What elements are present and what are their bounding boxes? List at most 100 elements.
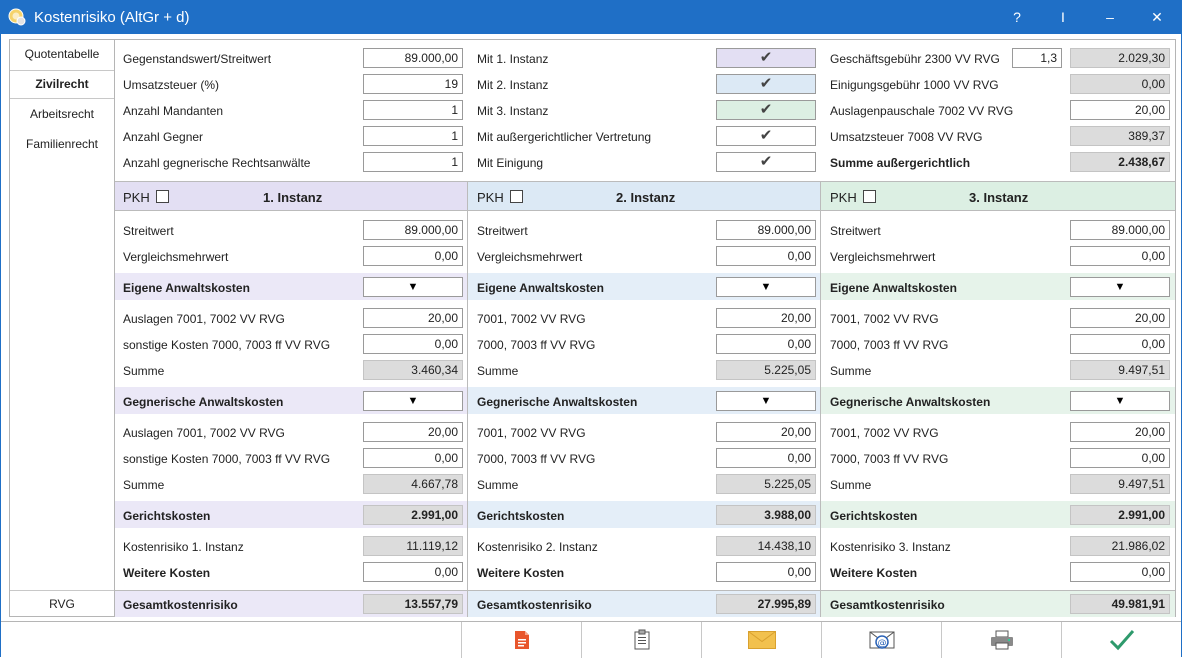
- gegenstandswert-input[interactable]: 89.000,00: [363, 48, 463, 68]
- instanz1-own-sonst-label: sonstige Kosten 7000, 7003 ff VV RVG: [123, 338, 331, 352]
- umsatzsteuer-7008-value: 389,37: [1070, 126, 1170, 146]
- instanz1-own-label: Eigene Anwaltskosten: [123, 281, 250, 295]
- instanz2-opp-dropdown[interactable]: ▼: [716, 391, 816, 411]
- help-button[interactable]: ?: [994, 1, 1040, 34]
- instanz1-own-sum-label: Summe: [123, 364, 165, 378]
- instanz3-title: 3. Instanz: [969, 190, 1029, 205]
- instanz3-header: PKH 3. Instanz: [821, 182, 1175, 211]
- anzahl-anwaelte-label: Anzahl gegnerische Rechtsanwälte: [123, 156, 311, 170]
- footer-toolbar: @: [1, 621, 1181, 658]
- confirm-check-icon: [1109, 630, 1135, 651]
- sidebar-item-arbeitsrecht[interactable]: Arbeitsrecht: [10, 102, 114, 126]
- geschaeftsgebuehr-factor-input[interactable]: 1,3: [1012, 48, 1062, 68]
- instanz3-pkh-label: PKH: [830, 190, 857, 205]
- anzahl-anwaelte-input[interactable]: 1: [363, 152, 463, 172]
- instanz3-total-label: Gesamtkostenrisiko: [830, 598, 945, 612]
- ok-button[interactable]: [1061, 622, 1181, 658]
- sidebar-item-zivilrecht[interactable]: Zivilrecht: [10, 70, 114, 99]
- instanz2-vergleich-input[interactable]: 0,00: [716, 246, 816, 266]
- instanz2-total-value: 27.995,89: [716, 594, 816, 614]
- umsatzsteuer-input[interactable]: 19: [363, 74, 463, 94]
- close-button[interactable]: ✕: [1134, 1, 1180, 34]
- anzahl-gegner-input[interactable]: 1: [363, 126, 463, 146]
- instanz3-own-sum-label: Summe: [830, 364, 872, 378]
- instanz1-own-sonst-input[interactable]: 0,00: [363, 334, 463, 354]
- instanz1-opp-auslagen-label: Auslagen 7001, 7002 VV RVG: [123, 426, 285, 440]
- email-at-icon: @: [869, 631, 895, 649]
- email-button[interactable]: @: [821, 622, 941, 658]
- auslagenpauschale-label: Auslagenpauschale 7002 VV RVG: [830, 104, 1014, 118]
- anzahl-mandanten-input[interactable]: 1: [363, 100, 463, 120]
- option-instanz3-checkbox[interactable]: ✔: [716, 100, 816, 120]
- instanz3-more-input[interactable]: 0,00: [1070, 562, 1170, 582]
- instanz2-opp-label: Gegnerische Anwaltskosten: [477, 395, 638, 409]
- instanz3-opp-auslagen-input[interactable]: 20,00: [1070, 422, 1170, 442]
- anzahl-gegner-label: Anzahl Gegner: [123, 130, 204, 144]
- instanz3-own-auslagen-input[interactable]: 20,00: [1070, 308, 1170, 328]
- instanz2-more-input[interactable]: 0,00: [716, 562, 816, 582]
- instanz2-total-label: Gesamtkostenrisiko: [477, 598, 592, 612]
- instanz2-pkh-checkbox[interactable]: [510, 190, 523, 203]
- instanz2-own-sonst-label: 7000, 7003 ff VV RVG: [477, 338, 596, 352]
- instanz2-opp-auslagen-input[interactable]: 20,00: [716, 422, 816, 442]
- option-instanz1-checkbox[interactable]: ✔: [716, 48, 816, 68]
- instanz1-streitwert-label: Streitwert: [123, 224, 174, 238]
- instanz3-opp-sonst-input[interactable]: 0,00: [1070, 448, 1170, 468]
- instanz2-streitwert-input[interactable]: 89.000,00: [716, 220, 816, 240]
- sidebar-item-rvg[interactable]: RVG: [10, 590, 114, 617]
- print-button[interactable]: [941, 622, 1061, 658]
- sidebar-item-quotentabelle[interactable]: Quotentabelle: [10, 40, 114, 69]
- instanz1-opp-dropdown[interactable]: ▼: [363, 391, 463, 411]
- instanz2-opp-sum-value: 5.225,05: [716, 474, 816, 494]
- instanz2-vergleich-label: Vergleichsmehrwert: [477, 250, 583, 264]
- copy-button[interactable]: [581, 622, 701, 658]
- instanz3-vergleich-input[interactable]: 0,00: [1070, 246, 1170, 266]
- option-aussergerichtlich-label: Mit außergerichtlicher Vertretung: [477, 130, 652, 144]
- instanz1-own-dropdown[interactable]: ▼: [363, 277, 463, 297]
- pin-button[interactable]: I: [1040, 1, 1086, 34]
- instanz1-own-auslagen-label: Auslagen 7001, 7002 VV RVG: [123, 312, 285, 326]
- instanz3-own-dropdown[interactable]: ▼: [1070, 277, 1170, 297]
- option-einigung-checkbox[interactable]: ✔: [716, 152, 816, 172]
- mail-button[interactable]: [701, 622, 821, 658]
- title-bar: Kostenrisiko (AltGr + d) ? I – ✕: [1, 1, 1181, 34]
- summe-aussergerichtlich-value: 2.438,67: [1070, 152, 1170, 172]
- sidebar-item-familienrecht[interactable]: Familienrecht: [10, 132, 114, 156]
- option-aussergerichtlich-checkbox[interactable]: ✔: [716, 126, 816, 146]
- instanz1-more-input[interactable]: 0,00: [363, 562, 463, 582]
- instanz1-own-auslagen-input[interactable]: 20,00: [363, 308, 463, 328]
- option-instanz2-checkbox[interactable]: ✔: [716, 74, 816, 94]
- instanz1-vergleich-input[interactable]: 0,00: [363, 246, 463, 266]
- instanz1-title: 1. Instanz: [263, 190, 323, 205]
- instanz1-pkh-checkbox[interactable]: [156, 190, 169, 203]
- pdf-button[interactable]: [461, 622, 581, 658]
- printer-icon: [991, 630, 1013, 650]
- instanz2-own-sonst-input[interactable]: 0,00: [716, 334, 816, 354]
- minimize-button[interactable]: –: [1087, 1, 1133, 34]
- option-instanz2-label: Mit 2. Instanz: [477, 78, 549, 92]
- auslagenpauschale-input[interactable]: 20,00: [1070, 100, 1170, 120]
- instanz1-opp-sum-value: 4.667,78: [363, 474, 463, 494]
- instanz3-pkh-checkbox[interactable]: [863, 190, 876, 203]
- instanz3-streitwert-input[interactable]: 89.000,00: [1070, 220, 1170, 240]
- instanz3-opp-auslagen-label: 7001, 7002 VV RVG: [830, 426, 939, 440]
- instanz3-opp-sum-value: 9.497,51: [1070, 474, 1170, 494]
- instanz2-opp-sonst-label: 7000, 7003 ff VV RVG: [477, 452, 596, 466]
- instanz3-own-sonst-input[interactable]: 0,00: [1070, 334, 1170, 354]
- instanz3-opp-sum-label: Summe: [830, 478, 872, 492]
- instanz2-streitwert-label: Streitwert: [477, 224, 528, 238]
- instanz2-own-dropdown[interactable]: ▼: [716, 277, 816, 297]
- instanz2-opp-sonst-input[interactable]: 0,00: [716, 448, 816, 468]
- svg-text:@: @: [878, 639, 887, 649]
- instanz3-own-sum-value: 9.497,51: [1070, 360, 1170, 380]
- instanz3-opp-dropdown[interactable]: ▼: [1070, 391, 1170, 411]
- geschaeftsgebuehr-value: 2.029,30: [1070, 48, 1170, 68]
- instanz3-risk-label: Kostenrisiko 3. Instanz: [830, 540, 951, 554]
- instanz3-column: PKH 3. Instanz Streitwert 89.000,00 Verg…: [821, 181, 1175, 617]
- instanz2-own-auslagen-input[interactable]: 20,00: [716, 308, 816, 328]
- option-instanz3-label: Mit 3. Instanz: [477, 104, 549, 118]
- instanz1-opp-auslagen-input[interactable]: 20,00: [363, 422, 463, 442]
- instanz1-opp-sonst-label: sonstige Kosten 7000, 7003 ff VV RVG: [123, 452, 331, 466]
- instanz1-opp-sonst-input[interactable]: 0,00: [363, 448, 463, 468]
- instanz1-streitwert-input[interactable]: 89.000,00: [363, 220, 463, 240]
